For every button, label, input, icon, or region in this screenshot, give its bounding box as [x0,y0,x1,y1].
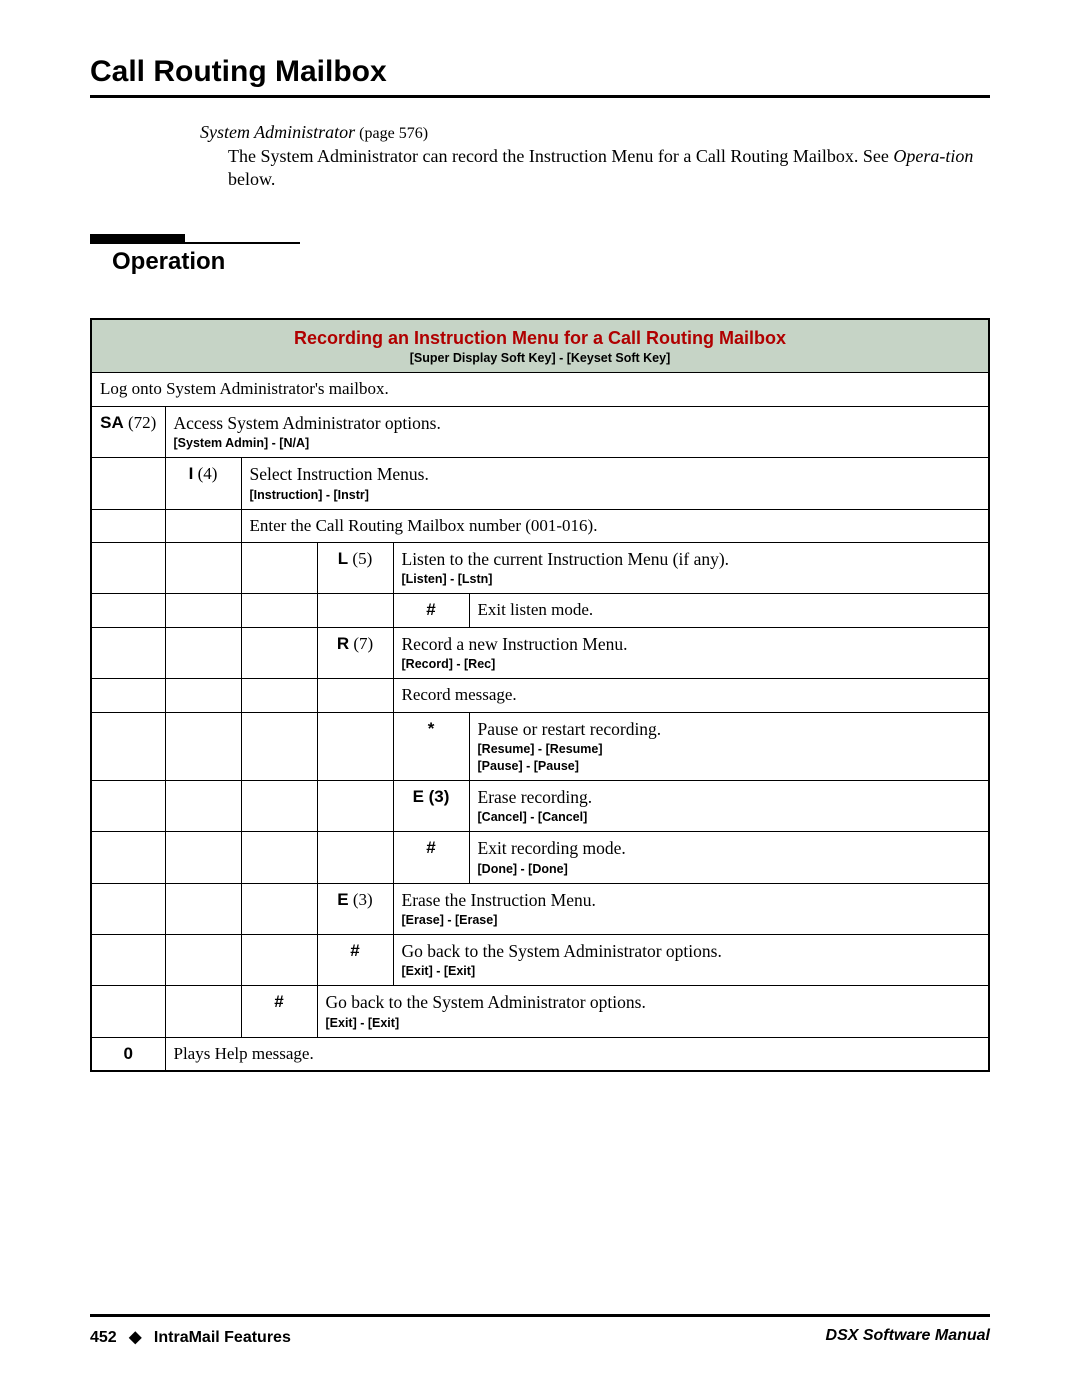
intro-block: System Administrator (page 576) The Syst… [200,122,990,192]
table-row: I (4) Select Instruction Menus. [Instruc… [91,458,989,509]
page-footer: 452 ◆ IntraMail Features DSX Software Ma… [90,1314,990,1347]
record-msg: Record message. [393,679,989,712]
section-rule-thin [90,242,300,244]
e3b-softkey: [Erase] - [Erase] [402,913,981,928]
hash2-desc: Exit recording mode. [478,838,626,858]
footer-rule [90,1314,990,1317]
table-header-sub: [Super Display Soft Key] - [Keyset Soft … [100,351,980,366]
r-softkey: [Record] - [Rec] [402,657,981,672]
hash3-desc: Go back to the System Administrator opti… [402,941,722,961]
table-row: Log onto System Administrator's mailbox. [91,373,989,406]
star-softkey-2: [Pause] - [Pause] [478,759,981,774]
zero-desc: Plays Help message. [165,1037,989,1071]
hash2-softkey: [Done] - [Done] [478,862,981,877]
star-key: * [393,712,469,780]
intro-heading-line: System Administrator (page 576) [200,122,990,143]
r-key: R (7) [317,627,393,678]
table-row: SA (72) Access System Administrator opti… [91,406,989,457]
table-row: # Go back to the System Administrator op… [91,986,989,1037]
table-row: * Pause or restart recording. [Resume] -… [91,712,989,780]
e3b-key-label: E [337,890,348,909]
r-key-label: R [337,634,349,653]
hash1-desc: Exit listen mode. [469,594,989,627]
footer-section: IntraMail Features [154,1329,291,1346]
r-desc: Record a new Instruction Menu. [402,634,628,654]
intro-body-post: below. [228,169,275,189]
sa-key-label: SA [100,413,124,432]
table-row: # Go back to the System Administrator op… [91,935,989,986]
hash4-key: # [241,986,317,1037]
operation-section: Operation [90,234,990,276]
enter-crm: Enter the Call Routing Mailbox number (0… [241,509,989,542]
table-header-row: Recording an Instruction Menu for a Call… [91,319,989,373]
table-row: E (3) Erase the Instruction Menu. [Erase… [91,883,989,934]
hash2-key: # [393,832,469,883]
e3b-key-paren: (3) [349,890,373,909]
hash4-desc: Go back to the System Administrator opti… [326,992,646,1012]
hash4-softkey: [Exit] - [Exit] [326,1016,981,1031]
intro-page-ref: (page 576) [355,125,428,142]
star-softkey-1: [Resume] - [Resume] [478,742,981,757]
table-row: Enter the Call Routing Mailbox number (0… [91,509,989,542]
i-key: I (4) [165,458,241,509]
table-row: # Exit listen mode. [91,594,989,627]
table-row: E (3) Erase recording. [Cancel] - [Cance… [91,780,989,831]
zero-key: 0 [91,1037,165,1071]
e3a-desc: Erase recording. [478,787,593,807]
intro-body-em: Opera-tion [893,146,973,166]
footer-right: DSX Software Manual [826,1327,990,1347]
intro-body-pre: The System Administrator can record the … [228,146,893,166]
hash1-key: # [393,594,469,627]
r-key-paren: (7) [349,634,373,653]
i-key-paren: (4) [193,464,217,483]
hash3-softkey: [Exit] - [Exit] [402,964,981,979]
page-title: Call Routing Mailbox [90,55,990,89]
i-softkey: [Instruction] - [Instr] [250,488,981,503]
sa-key-paren: (72) [124,413,157,432]
e3a-key: E (3) [393,780,469,831]
l-key-label: L [338,549,348,568]
logon-desc: Log onto System Administrator's mailbox. [91,373,989,406]
table-row: R (7) Record a new Instruction Menu. [Re… [91,627,989,678]
footer-page-num: 452 [90,1329,117,1346]
l-softkey: [Listen] - [Lstn] [402,572,981,587]
table-row: Record message. [91,679,989,712]
intro-body: The System Administrator can record the … [228,145,990,192]
star-desc: Pause or restart recording. [478,719,662,739]
table-header-title: Recording an Instruction Menu for a Call… [100,328,980,350]
l-key-paren: (5) [348,549,372,568]
e3b-desc: Erase the Instruction Menu. [402,890,596,910]
title-rule [90,95,990,98]
e3b-key: E (3) [317,883,393,934]
e3a-softkey: [Cancel] - [Cancel] [478,810,981,825]
i-desc: Select Instruction Menus. [250,464,429,484]
sa-key: SA (72) [91,406,165,457]
table-row: L (5) Listen to the current Instruction … [91,542,989,593]
operation-table: Recording an Instruction Menu for a Call… [90,318,990,1072]
footer-diamond-icon: ◆ [129,1329,141,1346]
l-key: L (5) [317,542,393,593]
table-row: 0 Plays Help message. [91,1037,989,1071]
l-desc: Listen to the current Instruction Menu (… [402,549,730,569]
section-rule-thick [90,234,185,242]
sa-desc: Access System Administrator options. [174,413,441,433]
table-row: # Exit recording mode. [Done] - [Done] [91,832,989,883]
footer-left: 452 ◆ IntraMail Features [90,1327,291,1347]
hash3-key: # [317,935,393,986]
intro-heading: System Administrator [200,122,355,142]
section-heading: Operation [112,248,990,276]
sa-softkey: [System Admin] - [N/A] [174,436,981,451]
